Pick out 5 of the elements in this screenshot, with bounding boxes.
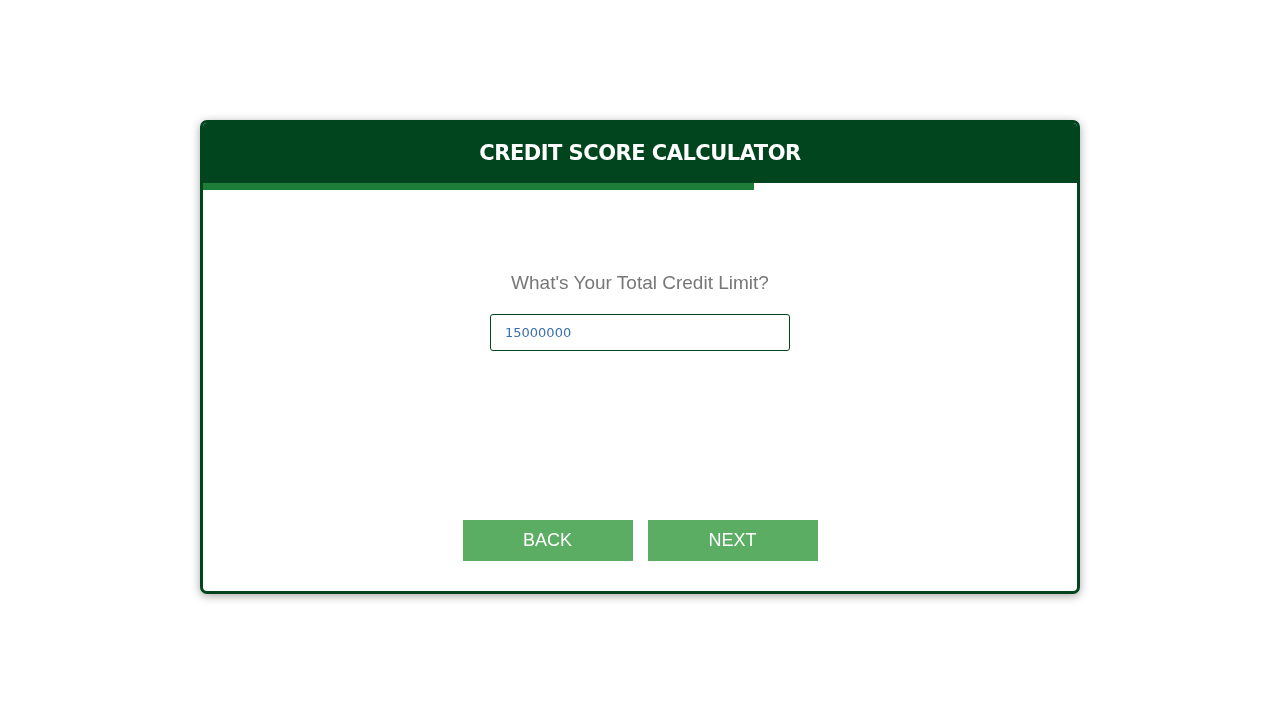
question-label: What's Your Total Credit Limit? <box>511 272 769 294</box>
credit-limit-input[interactable]: 15000000 <box>490 314 790 351</box>
nav-button[interactable]: BACK <box>462 520 633 561</box>
calculator-title: CREDIT SCORE CALCULATOR <box>479 141 801 165</box>
nav-button[interactable]: NEXT <box>647 520 818 561</box>
